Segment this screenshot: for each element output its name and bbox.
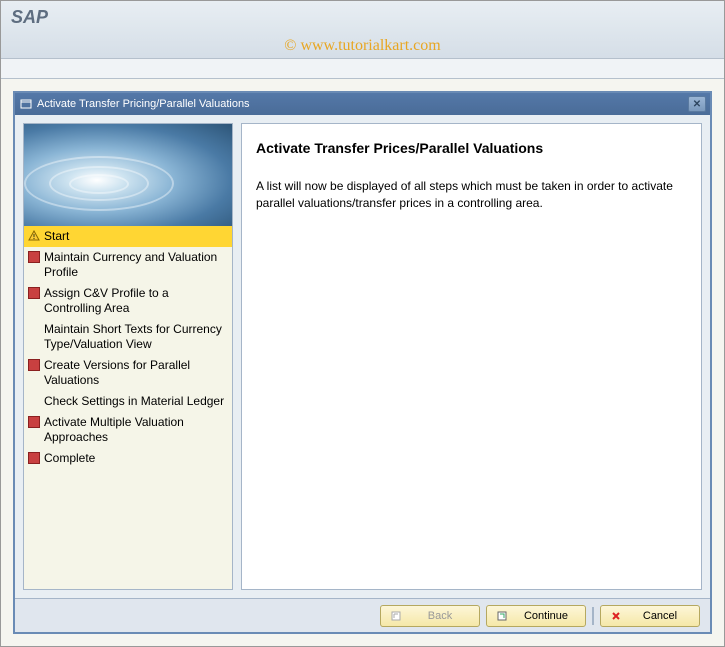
wizard-step[interactable]: Activate Multiple Valuation Approaches — [24, 412, 232, 448]
wizard-step-label: Maintain Short Texts for Currency Type/V… — [44, 322, 228, 352]
warning-icon — [28, 230, 40, 242]
wizard-step-label: Maintain Currency and Valuation Profile — [44, 250, 228, 280]
status-box-icon — [28, 452, 40, 464]
wizard-step-label: Start — [44, 229, 228, 244]
dialog-body: Start Maintain Currency and Valuation Pro… — [15, 115, 710, 598]
dialog-icon — [19, 97, 33, 111]
status-box-icon — [28, 416, 40, 428]
wizard-step[interactable]: Start — [24, 226, 232, 247]
status-box-icon — [28, 251, 40, 263]
wizard-step-label: Activate Multiple Valuation Approaches — [44, 415, 228, 445]
wizard-step-label: Check Settings in Material Ledger — [44, 394, 228, 409]
wizard-step[interactable]: Assign C&V Profile to a Controlling Area — [24, 283, 232, 319]
status-box-icon — [28, 359, 40, 371]
dialog-titlebar: Activate Transfer Pricing/Parallel Valua… — [15, 93, 710, 115]
cancel-icon — [609, 609, 623, 623]
back-button[interactable]: Back — [380, 605, 480, 627]
continue-icon — [495, 609, 509, 623]
wizard-step[interactable]: Maintain Currency and Valuation Profile — [24, 247, 232, 283]
wizard-step[interactable]: Create Versions for Parallel Valuations — [24, 355, 232, 391]
app-window: SAP © www.tutorialkart.com Activate Tran… — [0, 0, 725, 647]
back-icon — [389, 609, 403, 623]
close-icon: ✕ — [693, 99, 701, 110]
wizard-step[interactable]: Check Settings in Material Ledger — [24, 391, 232, 412]
content-body: A list will now be displayed of all step… — [256, 178, 687, 212]
work-area: Activate Transfer Pricing/Parallel Valua… — [1, 79, 724, 646]
cancel-label: Cancel — [629, 610, 691, 622]
dialog-footer: Back Continue Cancel — [15, 598, 710, 632]
continue-label: Continue — [515, 610, 577, 622]
continue-button[interactable]: Continue — [486, 605, 586, 627]
decorative-water-image — [24, 124, 232, 226]
button-separator — [592, 607, 594, 625]
wizard-step-label: Complete — [44, 451, 228, 466]
wizard-step[interactable]: Complete — [24, 448, 232, 469]
content-heading: Activate Transfer Prices/Parallel Valuat… — [256, 140, 687, 156]
wizard-steps-list: Start Maintain Currency and Valuation Pro… — [24, 226, 232, 589]
app-header: SAP © www.tutorialkart.com — [1, 1, 724, 59]
toolbar-strip — [1, 59, 724, 79]
wizard-dialog: Activate Transfer Pricing/Parallel Valua… — [13, 91, 712, 634]
dialog-title: Activate Transfer Pricing/Parallel Valua… — [37, 98, 250, 110]
blank-icon — [28, 323, 40, 335]
blank-icon — [28, 395, 40, 407]
wizard-nav-panel: Start Maintain Currency and Valuation Pro… — [23, 123, 233, 590]
back-label: Back — [409, 610, 471, 622]
wizard-step-label: Assign C&V Profile to a Controlling Area — [44, 286, 228, 316]
wizard-content-panel: Activate Transfer Prices/Parallel Valuat… — [241, 123, 702, 590]
close-button[interactable]: ✕ — [688, 96, 706, 112]
watermark-text: © www.tutorialkart.com — [284, 37, 440, 55]
cancel-button[interactable]: Cancel — [600, 605, 700, 627]
sap-logo: SAP — [11, 7, 714, 28]
wizard-step[interactable]: Maintain Short Texts for Currency Type/V… — [24, 319, 232, 355]
status-box-icon — [28, 287, 40, 299]
wizard-step-label: Create Versions for Parallel Valuations — [44, 358, 228, 388]
